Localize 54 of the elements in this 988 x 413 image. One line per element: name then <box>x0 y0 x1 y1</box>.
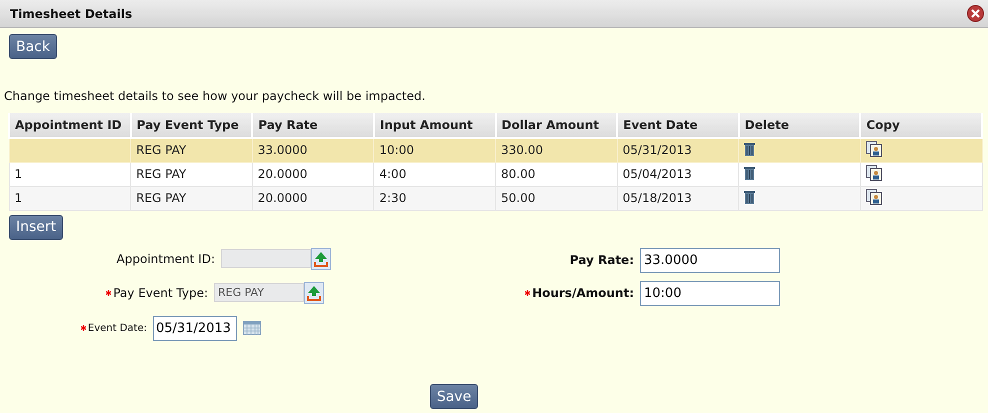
table-cell: 33.0000 <box>252 138 374 162</box>
required-icon <box>80 325 86 331</box>
copy-icon[interactable] <box>866 140 882 157</box>
lookup-button[interactable] <box>304 282 324 304</box>
intro-text: Change timesheet details to see how your paycheck will be impacted. <box>4 89 426 103</box>
window-title: Timesheet Details <box>10 6 132 20</box>
table-cell: 20.0000 <box>252 162 374 186</box>
trash-icon[interactable] <box>744 142 756 156</box>
column-header[interactable]: Pay Event Type <box>130 113 252 138</box>
upload-icon <box>313 250 329 266</box>
field-label: Pay Event Type: <box>113 286 208 300</box>
save-button[interactable]: Save <box>430 384 478 409</box>
table-cell: REG PAY <box>130 162 252 186</box>
required-icon <box>525 290 530 296</box>
table-cell: REG PAY <box>130 138 252 162</box>
trash-icon[interactable] <box>744 190 756 204</box>
field-label: Hours/Amount: <box>532 286 634 300</box>
field-label: Appointment ID: <box>116 252 215 266</box>
insert-button[interactable]: Insert <box>9 214 64 240</box>
copy-icon[interactable] <box>866 188 882 204</box>
column-header[interactable]: Appointment ID <box>9 113 131 138</box>
lookup-field[interactable]: REG PAY <box>214 283 304 302</box>
column-header[interactable]: Dollar Amount <box>496 113 618 138</box>
table-cell: REG PAY <box>130 186 252 210</box>
required-icon <box>106 290 112 296</box>
table-cell: 4:00 <box>374 162 496 186</box>
lookup-button[interactable] <box>311 248 331 270</box>
table-cell: 80.00 <box>496 162 618 186</box>
table-cell: 330.00 <box>496 138 618 162</box>
input-field[interactable]: 10:00 <box>640 280 780 306</box>
column-header[interactable]: Pay Rate <box>252 113 374 138</box>
field-label: Event Date: <box>88 322 147 334</box>
column-header[interactable]: Event Date <box>617 113 739 138</box>
table-cell: 05/18/2013 <box>617 186 739 210</box>
trash-icon[interactable] <box>744 166 756 180</box>
table-cell: 1 <box>9 162 131 186</box>
table-cell: 1 <box>9 186 131 210</box>
column-header[interactable]: Delete <box>738 113 860 138</box>
back-button[interactable]: Back <box>9 34 57 59</box>
close-icon[interactable] <box>967 5 984 22</box>
table-cell: 2:30 <box>374 186 496 210</box>
table-cell: 20.0000 <box>252 186 374 210</box>
input-field[interactable]: 33.0000 <box>640 248 780 272</box>
table-cell: 50.00 <box>496 186 618 210</box>
copy-icon[interactable] <box>866 164 882 180</box>
table-cell: 05/04/2013 <box>617 162 739 186</box>
column-header[interactable]: Input Amount <box>374 113 496 138</box>
table-cell: 10:00 <box>374 138 496 162</box>
upload-icon <box>306 284 322 300</box>
lookup-field[interactable] <box>221 249 311 268</box>
column-header[interactable]: Copy <box>860 113 982 138</box>
table-cell: 05/31/2013 <box>617 138 739 162</box>
field-label: Pay Rate: <box>570 253 634 267</box>
date-field[interactable]: 05/31/2013 <box>153 316 237 340</box>
